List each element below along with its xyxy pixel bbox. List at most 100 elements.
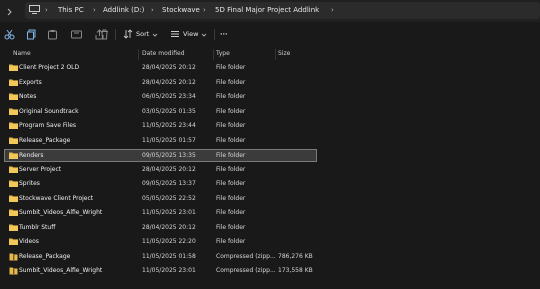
folder-icon xyxy=(9,180,18,187)
file-name: Release_Package xyxy=(19,136,71,144)
breadcrumb-this-pc[interactable]: This PC xyxy=(58,6,84,15)
file-date-modified: 28/04/2025 20:12 xyxy=(142,223,196,231)
file-type: File folder xyxy=(216,136,246,144)
sort-icon xyxy=(123,29,133,39)
file-row[interactable]: Tumblr Stuff 28/04/2025 20:12 File folder xyxy=(5,222,316,234)
chevron-right-icon: › xyxy=(151,6,154,14)
file-date-modified: 11/05/2025 23:01 xyxy=(142,209,196,216)
file-date-modified: 11/05/2025 23:44 xyxy=(142,122,196,129)
file-type: File folder xyxy=(216,180,246,187)
breadcrumb-stockwave[interactable]: Stockwave xyxy=(162,6,200,15)
file-type: File folder xyxy=(216,93,246,100)
file-row[interactable]: Videos 11/05/2025 22:20 File folder xyxy=(5,236,316,248)
file-date-modified: 28/04/2025 20:12 xyxy=(142,64,196,71)
command-bar: Sort View ··· xyxy=(0,22,540,47)
breadcrumb-current-folder[interactable]: 5D Final Major Project Addlink xyxy=(215,6,319,15)
file-name: Release_Package xyxy=(19,252,71,260)
folder-icon xyxy=(9,108,18,115)
file-row[interactable]: Notes 06/05/2025 23:34 File folder xyxy=(5,91,316,103)
file-type: File folder xyxy=(216,122,246,129)
file-row[interactable]: Sumbit_Videos_Alfie_Wright 11/05/2025 23:… xyxy=(5,265,316,277)
file-date-modified: 28/04/2025 20:12 xyxy=(142,78,196,86)
file-type: File folder xyxy=(216,107,246,115)
file-name: Server Project xyxy=(19,165,62,173)
file-date-modified: 09/05/2025 13:37 xyxy=(142,180,196,187)
expand-icon[interactable] xyxy=(3,4,19,18)
copy-icon[interactable] xyxy=(26,29,37,40)
file-name: Tumblr Stuff xyxy=(19,223,56,231)
file-row[interactable]: Renders 09/05/2025 13:35 File folder xyxy=(4,149,317,162)
chevron-right-icon: › xyxy=(93,6,96,14)
address-bar-container: › This PC › Addlink (D:) › Stockwave › 5… xyxy=(0,0,540,22)
file-date-modified: 11/05/2025 22:20 xyxy=(142,238,196,245)
chevron-down-icon xyxy=(152,33,158,37)
breadcrumb-drive[interactable]: Addlink (D:) xyxy=(103,6,144,15)
address-bar[interactable]: › This PC › Addlink (D:) › Stockwave › 5… xyxy=(25,2,540,19)
toolbar-divider xyxy=(115,29,116,40)
folder-icon xyxy=(9,122,18,129)
file-date-modified: 05/05/2025 22:52 xyxy=(142,194,196,202)
file-type: File folder xyxy=(216,194,246,202)
file-row[interactable]: Client Project 2 OLD 28/04/2025 20:12 File… xyxy=(5,62,316,74)
column-divider[interactable] xyxy=(213,49,214,60)
file-row[interactable]: Original Soundtrack 03/05/2025 01:35 File … xyxy=(5,106,316,118)
sort-button[interactable]: Sort xyxy=(123,28,163,41)
file-row[interactable]: Stockwave Client Project 05/05/2025 22:52… xyxy=(5,193,316,205)
file-row[interactable]: Program Save Files 11/05/2025 23:44 File f… xyxy=(5,120,316,132)
rename-icon[interactable] xyxy=(71,29,82,40)
file-type: File folder xyxy=(216,209,246,216)
folder-icon xyxy=(9,224,18,231)
file-type: File folder xyxy=(216,165,246,173)
file-name: Exports xyxy=(19,78,42,86)
file-name: Stockwave Client Project xyxy=(19,194,94,202)
chevron-right-icon: › xyxy=(331,6,334,14)
file-row[interactable]: Release_Package 11/05/2025 01:58 Compresse… xyxy=(5,251,316,263)
file-row[interactable]: Sumbit_Videos_Alfie_Wright 11/05/2025 23:… xyxy=(5,207,316,219)
file-name: Notes xyxy=(19,93,37,100)
file-date-modified: 06/05/2025 23:34 xyxy=(142,93,196,100)
file-date-modified: 09/05/2025 13:35 xyxy=(142,152,196,159)
file-size: 173,558 KB xyxy=(278,267,313,274)
folder-icon xyxy=(9,238,18,245)
file-name: Client Project 2 OLD xyxy=(19,64,80,71)
file-name: Sumbit_Videos_Alfie_Wright xyxy=(19,209,103,216)
folder-icon xyxy=(9,93,18,100)
folder-icon xyxy=(9,152,18,159)
folder-icon xyxy=(9,137,18,144)
chevron-down-icon xyxy=(201,33,207,37)
file-name: Sumbit_Videos_Alfie_Wright xyxy=(19,267,103,274)
column-size-header[interactable]: Size xyxy=(278,50,290,58)
folder-icon xyxy=(9,64,18,71)
column-type-header[interactable]: Type xyxy=(216,50,230,58)
folder-icon xyxy=(9,209,18,216)
delete-icon[interactable] xyxy=(99,29,110,40)
zip-folder-icon xyxy=(9,267,18,275)
column-divider[interactable] xyxy=(138,49,139,60)
file-date-modified: 11/05/2025 01:57 xyxy=(142,136,196,144)
column-date-header[interactable]: Date modified xyxy=(142,50,185,58)
file-type: Compressed (zipp... xyxy=(216,267,276,274)
more-options-button[interactable]: ··· xyxy=(220,28,234,41)
view-icon xyxy=(171,31,179,37)
zip-folder-icon xyxy=(9,253,18,260)
column-name-header[interactable]: Name xyxy=(13,50,31,58)
folder-icon xyxy=(9,195,18,202)
monitor-icon xyxy=(29,5,40,14)
file-type: Compressed (zipp... xyxy=(216,252,276,260)
file-date-modified: 03/05/2025 01:35 xyxy=(142,107,196,115)
file-date-modified: 11/05/2025 01:58 xyxy=(142,252,196,260)
file-date-modified: 11/05/2025 23:01 xyxy=(142,267,196,274)
file-row[interactable]: Release_Package 11/05/2025 01:57 File fold… xyxy=(5,135,316,147)
column-divider[interactable] xyxy=(275,49,276,60)
view-button[interactable]: View xyxy=(170,28,210,41)
paste-icon[interactable] xyxy=(47,29,58,40)
file-name: Program Save Files xyxy=(19,122,77,129)
file-row[interactable]: Sprites 09/05/2025 13:37 File folder xyxy=(5,178,316,190)
file-row[interactable]: Exports 28/04/2025 20:12 File folder xyxy=(5,77,316,89)
file-type: File folder xyxy=(216,64,246,71)
cut-icon[interactable] xyxy=(4,29,15,40)
chevron-right-icon: › xyxy=(45,6,48,14)
file-type: File folder xyxy=(216,78,246,86)
file-type: File folder xyxy=(216,238,246,245)
file-row[interactable]: Server Project 28/04/2025 20:12 File folde… xyxy=(5,164,316,176)
